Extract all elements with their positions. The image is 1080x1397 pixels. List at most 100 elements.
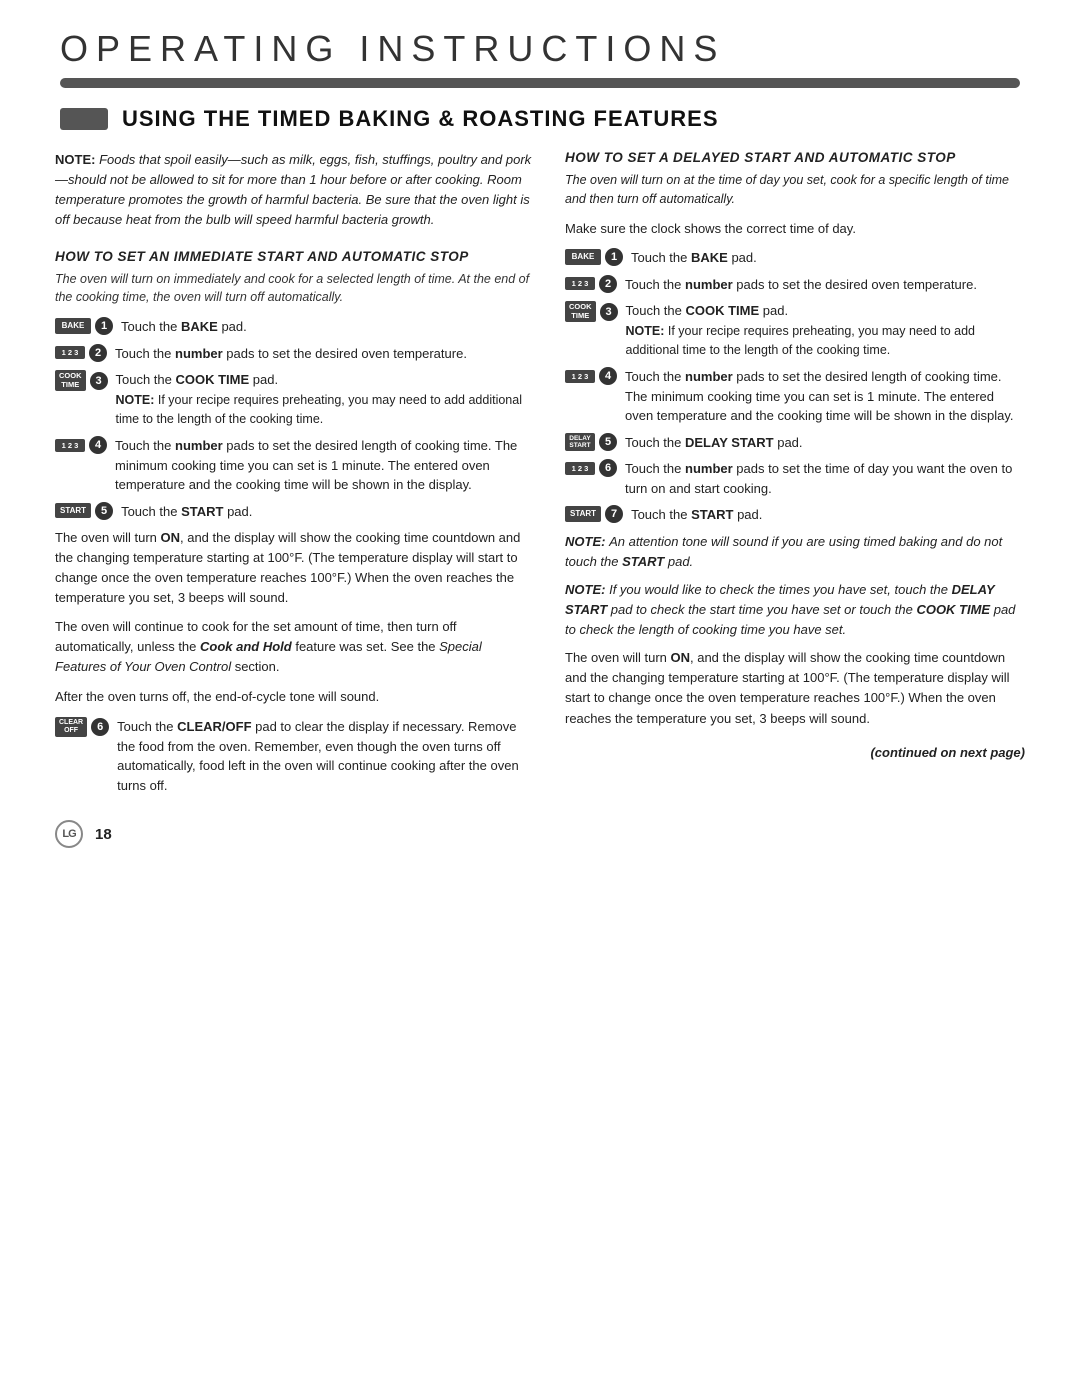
bake-bold: BAKE [181, 319, 218, 334]
step-num-3: 3 [90, 372, 108, 390]
step-4-text: Touch the number pads to set the desired… [115, 436, 535, 495]
right-step-num-5: 5 [599, 433, 617, 451]
step-num-4: 4 [89, 436, 107, 454]
step-6-key: CLEAROff 6 [55, 717, 109, 737]
right-step-6-text: Touch the number pads to set the time of… [625, 459, 1025, 498]
right-step-7-key: START 7 [565, 505, 623, 523]
right-step-3-text: Touch the COOK TIME pad. NOTE: If your r… [626, 301, 1026, 360]
step-3-key: COOKTIME 3 [55, 370, 108, 391]
right-bake-bold: BAKE [691, 250, 728, 265]
step-item-5: START 5 Touch the START pad. [55, 502, 535, 522]
right-step-num-1: 1 [605, 248, 623, 266]
step-2-key: 1 2 3 2 [55, 344, 107, 362]
step-4-key: 1 2 3 4 [55, 436, 107, 454]
right-step-4-text: Touch the number pads to set the desired… [625, 367, 1025, 426]
step-6-text: Touch the CLEAR/OFF pad to clear the dis… [117, 717, 535, 795]
cook-hold-bold: Cook and Hold [200, 639, 292, 654]
body-para-1: The oven will turn ON, and the display w… [55, 528, 535, 609]
cook-time-bold: COOK TIME [176, 372, 250, 387]
right-step-num-2: 2 [599, 275, 617, 293]
start-bold: START [181, 504, 223, 519]
step-list-6: CLEAROff 6 Touch the CLEAR/OFF pad to cl… [55, 717, 535, 795]
body-para-2: The oven will continue to cook for the s… [55, 617, 535, 677]
step-num-5: 5 [95, 502, 113, 520]
step-item-1: BAKE 1 Touch the BAKE pad. [55, 317, 535, 337]
clear-off-bold: CLEAR/OFF [177, 719, 251, 734]
right-number-bold-4: number [685, 369, 733, 384]
step-num-6: 6 [91, 718, 109, 736]
right-step-1-key: BAKE 1 [565, 248, 623, 266]
page-header: Operating Instructions [0, 0, 1080, 88]
delay-start-bold: DELAY START [685, 435, 774, 450]
immediate-start-heading: How to Set an Immediate Start and Automa… [55, 249, 535, 264]
right-start-bold: START [691, 507, 733, 522]
right-step-7-text: Touch the START pad. [631, 505, 1025, 525]
right-bake-key-icon: BAKE [565, 249, 601, 265]
right-step-num-6: 6 [599, 459, 617, 477]
on-bold-1: ON [161, 530, 181, 545]
step-2-text: Touch the number pads to set the desired… [115, 344, 535, 364]
right-note-label-3: NOTE: [626, 324, 665, 338]
right-step-2-text: Touch the number pads to set the desired… [625, 275, 1025, 295]
step-num-2: 2 [89, 344, 107, 362]
right-numbers-key-4: 1 2 3 [565, 370, 595, 383]
step-item-3: COOKTIME 3 Touch the COOK TIME pad. NOTE… [55, 370, 535, 429]
right-step-3: COOKTIME 3 Touch the COOK TIME pad. NOTE… [565, 301, 1025, 360]
note-body: Foods that spoil easily—such as milk, eg… [55, 152, 531, 227]
step-1-text: Touch the BAKE pad. [121, 317, 535, 337]
right-step-3-note: NOTE: If your recipe requires preheating… [626, 324, 976, 358]
step-item-2: 1 2 3 2 Touch the number pads to set the… [55, 344, 535, 364]
page-title: Operating Instructions [60, 28, 1020, 70]
immediate-start-sub: The oven will turn on immediately and co… [55, 270, 535, 308]
on-bold-right: ON [671, 650, 691, 665]
numbers-key-icon: 1 2 3 [55, 346, 85, 359]
right-step-1-text: Touch the BAKE pad. [631, 248, 1025, 268]
immediate-steps-1-3: BAKE 1 Touch the BAKE pad. 1 2 3 2 Touch… [55, 317, 535, 521]
make-sure-text: Make sure the clock shows the correct ti… [565, 219, 1025, 239]
right-start-key-icon: START [565, 506, 601, 522]
page-footer: LG 18 [0, 802, 1080, 858]
right-step-5: DELAYSTART 5 Touch the DELAY START pad. [565, 433, 1025, 453]
right-column: How to Set a Delayed Start and Automatic… [565, 150, 1025, 802]
section-heading-bar-icon [60, 108, 108, 130]
cook-time-bold-2: COOK TIME [916, 602, 990, 617]
left-column: NOTE: Foods that spoil easily—such as mi… [55, 150, 535, 802]
step-item-6: CLEAROff 6 Touch the CLEAR/OFF pad to cl… [55, 717, 535, 795]
number-bold-4: number [175, 438, 223, 453]
step-1-key: BAKE 1 [55, 317, 113, 335]
clear-off-key-icon: CLEAROff [55, 717, 87, 737]
section-heading: Using the Timed Baking & Roasting Featur… [60, 106, 1020, 132]
page-number: 18 [95, 826, 112, 843]
start-key-icon: START [55, 503, 91, 519]
right-note-2: NOTE: If you would like to check the tim… [565, 580, 1025, 640]
right-step-2-key: 1 2 3 2 [565, 275, 617, 293]
delayed-start-heading: How to Set a Delayed Start and Automatic… [565, 150, 1025, 165]
right-step-4-key: 1 2 3 4 [565, 367, 617, 385]
step-3-note: NOTE: If your recipe requires preheating… [116, 393, 522, 427]
main-content: NOTE: Foods that spoil easily—such as mi… [0, 150, 1080, 802]
step-3-text: Touch the COOK TIME pad. NOTE: If your r… [116, 370, 536, 429]
lg-logo: LG [55, 820, 83, 848]
right-note-label-1: NOTE: [565, 534, 605, 549]
right-cook-time-bold: COOK TIME [686, 303, 760, 318]
right-number-bold-6: number [685, 461, 733, 476]
delay-start-key-icon: DELAYSTART [565, 433, 595, 452]
right-note-1-text: An attention tone will sound if you are … [565, 534, 1002, 569]
step-num-1: 1 [95, 317, 113, 335]
right-step-num-4: 4 [599, 367, 617, 385]
right-step-6-key: 1 2 3 6 [565, 459, 617, 477]
right-step-1: BAKE 1 Touch the BAKE pad. [565, 248, 1025, 268]
right-numbers-key-2: 1 2 3 [565, 277, 595, 290]
right-cook-time-key: COOKTIME [565, 301, 596, 322]
right-numbers-key-6: 1 2 3 [565, 462, 595, 475]
intro-note: NOTE: Foods that spoil easily—such as mi… [55, 150, 535, 231]
right-note-label-2: NOTE: [565, 582, 605, 597]
start-pad-bold: START [622, 554, 664, 569]
right-step-5-text: Touch the DELAY START pad. [625, 433, 1025, 453]
right-body-para: The oven will turn ON, and the display w… [565, 648, 1025, 729]
right-number-bold-2: number [685, 277, 733, 292]
right-step-4: 1 2 3 4 Touch the number pads to set the… [565, 367, 1025, 426]
step-5-text: Touch the START pad. [121, 502, 535, 522]
cook-time-key-icon: COOKTIME [55, 370, 86, 391]
right-step-7: START 7 Touch the START pad. [565, 505, 1025, 525]
